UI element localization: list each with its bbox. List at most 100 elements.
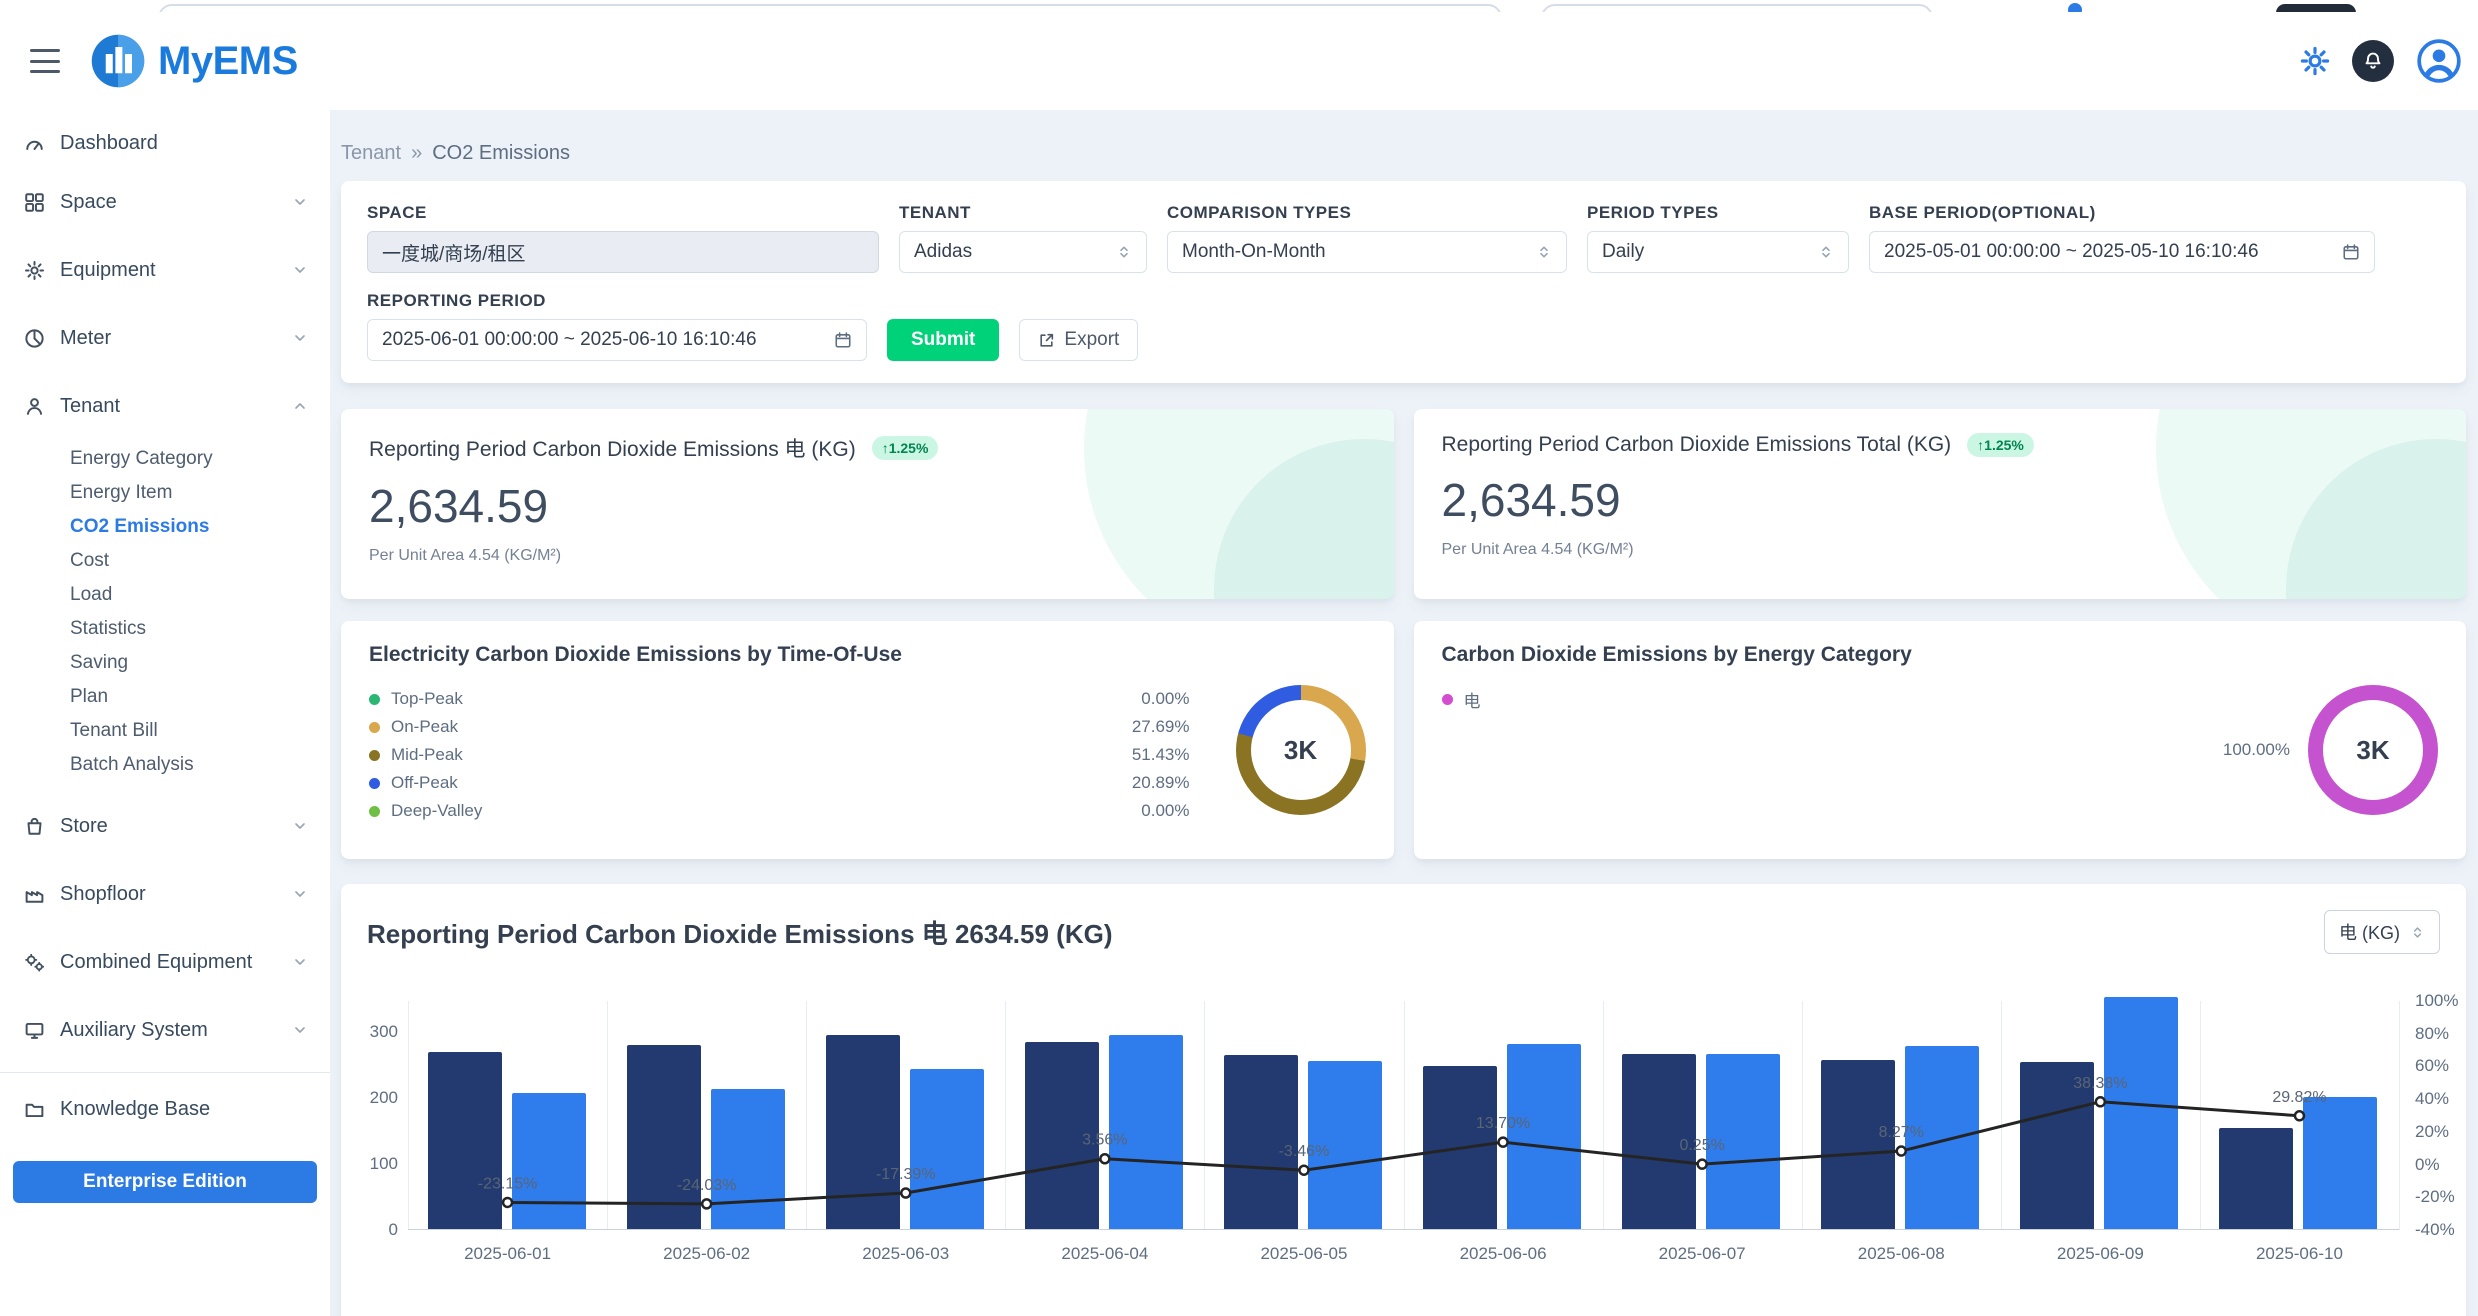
x-axis-label: 2025-06-01	[408, 1244, 607, 1264]
sidebar: Dashboard Space Equipment Meter Tenant E…	[0, 110, 330, 1316]
sidebar-item-label: Dashboard	[60, 132, 308, 155]
stat-cards-row: Reporting Period Carbon Dioxide Emission…	[341, 409, 2466, 599]
sidebar-item-saving[interactable]: Saving	[0, 646, 330, 680]
bell-icon	[2352, 40, 2394, 82]
tenant-label: TENANT	[899, 203, 1147, 223]
y-axis-right-tick: -40%	[2415, 1220, 2469, 1240]
line-value-label: 8.27%	[1879, 1124, 1924, 1141]
legend-row: Top-Peak0.00%	[369, 685, 1190, 713]
brand-logo[interactable]: MyEMS	[90, 33, 298, 89]
factory-icon	[22, 884, 46, 905]
submit-button[interactable]: Submit	[887, 319, 999, 361]
topbar: MyEMS	[0, 12, 2478, 110]
reporting-period-input[interactable]: 2025-06-01 00:00:00 ~ 2025-06-10 16:10:4…	[367, 319, 867, 361]
comparison-select[interactable]: Month-On-Month	[1167, 231, 1567, 273]
sidebar-item-dashboard[interactable]: Dashboard	[0, 118, 330, 168]
sidebar-item-label: Combined Equipment	[60, 951, 292, 974]
period-type-select[interactable]: Daily	[1587, 231, 1849, 273]
y-axis-right-tick: 40%	[2415, 1089, 2469, 1109]
sidebar-item-tenant-bill[interactable]: Tenant Bill	[0, 714, 330, 748]
y-axis-right-tick: 80%	[2415, 1024, 2469, 1044]
line-value-label: -3.46%	[1279, 1143, 1330, 1160]
stat-card-title: Reporting Period Carbon Dioxide Emission…	[1442, 433, 1952, 457]
x-axis-label: 2025-06-09	[2001, 1244, 2200, 1264]
tenant-submenu: Energy Category Energy Item CO2 Emission…	[0, 440, 330, 792]
tou-legend: Top-Peak0.00% On-Peak27.69% Mid-Peak51.4…	[369, 685, 1190, 825]
sidebar-item-energy-category[interactable]: Energy Category	[0, 442, 330, 476]
select-arrows-icon	[1818, 244, 1834, 260]
energy-category-card: Carbon Dioxide Emissions by Energy Categ…	[1414, 621, 2467, 859]
chevron-down-icon	[292, 330, 308, 346]
line-marker	[1698, 1160, 1707, 1169]
comparison-label: COMPARISON TYPES	[1167, 203, 1567, 223]
time-of-use-card: Electricity Carbon Dioxide Emissions by …	[341, 621, 1394, 859]
sidebar-item-batch-analysis[interactable]: Batch Analysis	[0, 748, 330, 782]
legend-dot	[369, 806, 380, 817]
donut-center-label: 3K	[2323, 700, 2423, 800]
legend-row: Off-Peak20.89%	[369, 769, 1190, 797]
sidebar-item-store[interactable]: Store	[0, 792, 330, 860]
y-axis-right-tick: 100%	[2415, 991, 2469, 1011]
x-axis-label: 2025-06-03	[806, 1244, 1005, 1264]
sidebar-item-co2-emissions[interactable]: CO2 Emissions	[0, 510, 330, 544]
bar-chart-plot: 2025-06-012025-06-022025-06-032025-06-04…	[408, 1001, 2399, 1230]
grid-icon	[22, 192, 46, 213]
sidebar-item-space[interactable]: Space	[0, 168, 330, 236]
menu-toggle-button[interactable]	[30, 49, 60, 73]
sidebar-item-label: Tenant	[60, 395, 292, 418]
notifications-button[interactable]	[2352, 40, 2394, 82]
monitor-icon	[22, 1020, 46, 1041]
x-axis-label: 2025-06-10	[2200, 1244, 2399, 1264]
sidebar-item-plan[interactable]: Plan	[0, 680, 330, 714]
folder-icon	[22, 1099, 46, 1120]
stat-card-title: Reporting Period Carbon Dioxide Emission…	[369, 433, 856, 463]
tenant-select[interactable]: Adidas	[899, 231, 1147, 273]
legend-dot	[369, 694, 380, 705]
base-period-input[interactable]: 2025-05-01 00:00:00 ~ 2025-05-10 16:10:4…	[1869, 231, 2375, 273]
sidebar-item-combined-equipment[interactable]: Combined Equipment	[0, 928, 330, 996]
emissions-stat-card: Reporting Period Carbon Dioxide Emission…	[341, 409, 1394, 599]
account-button[interactable]	[2416, 38, 2462, 84]
sidebar-item-load[interactable]: Load	[0, 578, 330, 612]
line-marker	[1100, 1154, 1109, 1163]
sidebar-item-tenant[interactable]: Tenant	[0, 372, 330, 440]
unit-select[interactable]: 电 (KG)	[2324, 910, 2440, 954]
chart-title: Reporting Period Carbon Dioxide Emission…	[367, 914, 1113, 951]
sidebar-item-energy-item[interactable]: Energy Item	[0, 476, 330, 510]
sidebar-item-equipment[interactable]: Equipment	[0, 236, 330, 304]
y-axis-left-tick: 200	[344, 1088, 398, 1108]
sidebar-item-knowledge-base[interactable]: Knowledge Base	[0, 1075, 330, 1143]
space-input[interactable]: 一度城/商场/租区	[367, 231, 879, 273]
gears-icon	[22, 952, 46, 973]
sidebar-item-meter[interactable]: Meter	[0, 304, 330, 372]
breadcrumb-parent[interactable]: Tenant	[341, 142, 401, 165]
legend-row: On-Peak27.69%	[369, 713, 1190, 741]
sidebar-item-statistics[interactable]: Statistics	[0, 612, 330, 646]
legend-row: 电	[1442, 685, 1481, 713]
select-arrows-icon	[2410, 925, 2425, 940]
emissions-total-stat-card: Reporting Period Carbon Dioxide Emission…	[1414, 409, 2467, 599]
change-rate-line: -23.15%-24.03%-17.39%3.56%-3.46%13.70%0.…	[408, 1001, 2399, 1230]
card-title: Carbon Dioxide Emissions by Energy Categ…	[1442, 643, 2439, 667]
chevron-down-icon	[292, 818, 308, 834]
avatar-icon	[2416, 38, 2462, 84]
legend-dot	[1442, 694, 1453, 705]
enterprise-edition-button[interactable]: Enterprise Edition	[13, 1161, 317, 1203]
base-period-field: BASE PERIOD(OPTIONAL) 2025-05-01 00:00:0…	[1869, 203, 2375, 273]
calendar-icon	[834, 331, 852, 349]
sidebar-item-auxiliary-system[interactable]: Auxiliary System	[0, 996, 330, 1064]
line-value-label: -17.39%	[876, 1166, 936, 1183]
chevron-down-icon	[292, 954, 308, 970]
card-title: Electricity Carbon Dioxide Emissions by …	[369, 643, 1366, 667]
browser-chrome-fragment	[0, 0, 2478, 12]
sidebar-item-label: Meter	[60, 327, 292, 350]
stat-card-value: 2,634.59	[1442, 473, 2439, 527]
export-button[interactable]: Export	[1019, 319, 1138, 361]
stat-card-subtitle: Per Unit Area 4.54 (KG/M²)	[1442, 541, 2439, 559]
sidebar-item-shopfloor[interactable]: Shopfloor	[0, 860, 330, 928]
sidebar-item-cost[interactable]: Cost	[0, 544, 330, 578]
sidebar-item-label: Space	[60, 191, 292, 214]
browser-tab-fragment	[1541, 4, 1933, 12]
settings-button[interactable]	[2300, 46, 2330, 76]
category-percentage: 100.00%	[2223, 740, 2290, 760]
